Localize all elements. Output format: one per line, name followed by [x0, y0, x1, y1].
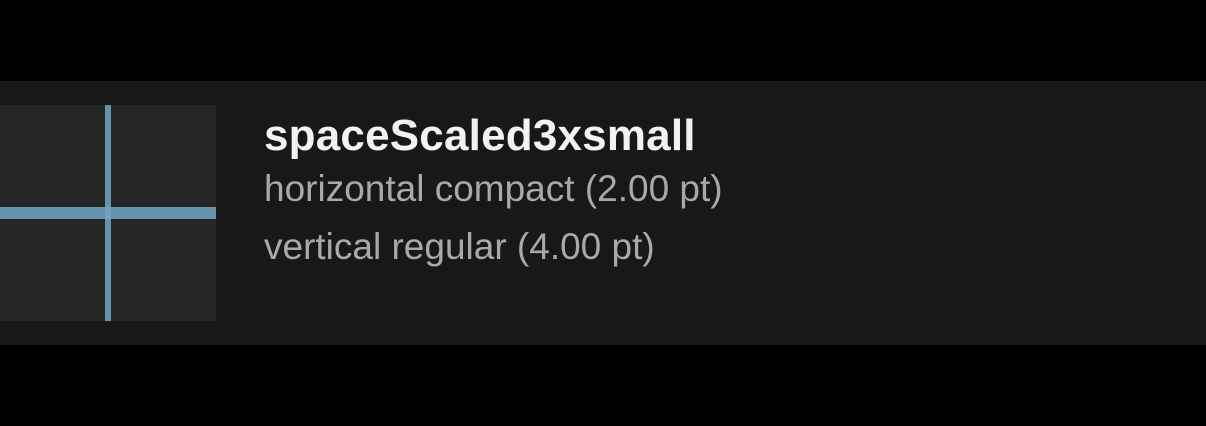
horizontal-value: horizontal compact (2.00 pt): [264, 168, 723, 209]
spacing-preview: [0, 105, 216, 321]
vertical-value: vertical regular (4.00 pt): [264, 226, 655, 267]
token-name: spaceScaled3xsmall: [264, 111, 696, 160]
spacing-token-row: spaceScaled3xsmall horizontal compact (2…: [0, 81, 1206, 345]
guide-intersection: [105, 207, 111, 219]
